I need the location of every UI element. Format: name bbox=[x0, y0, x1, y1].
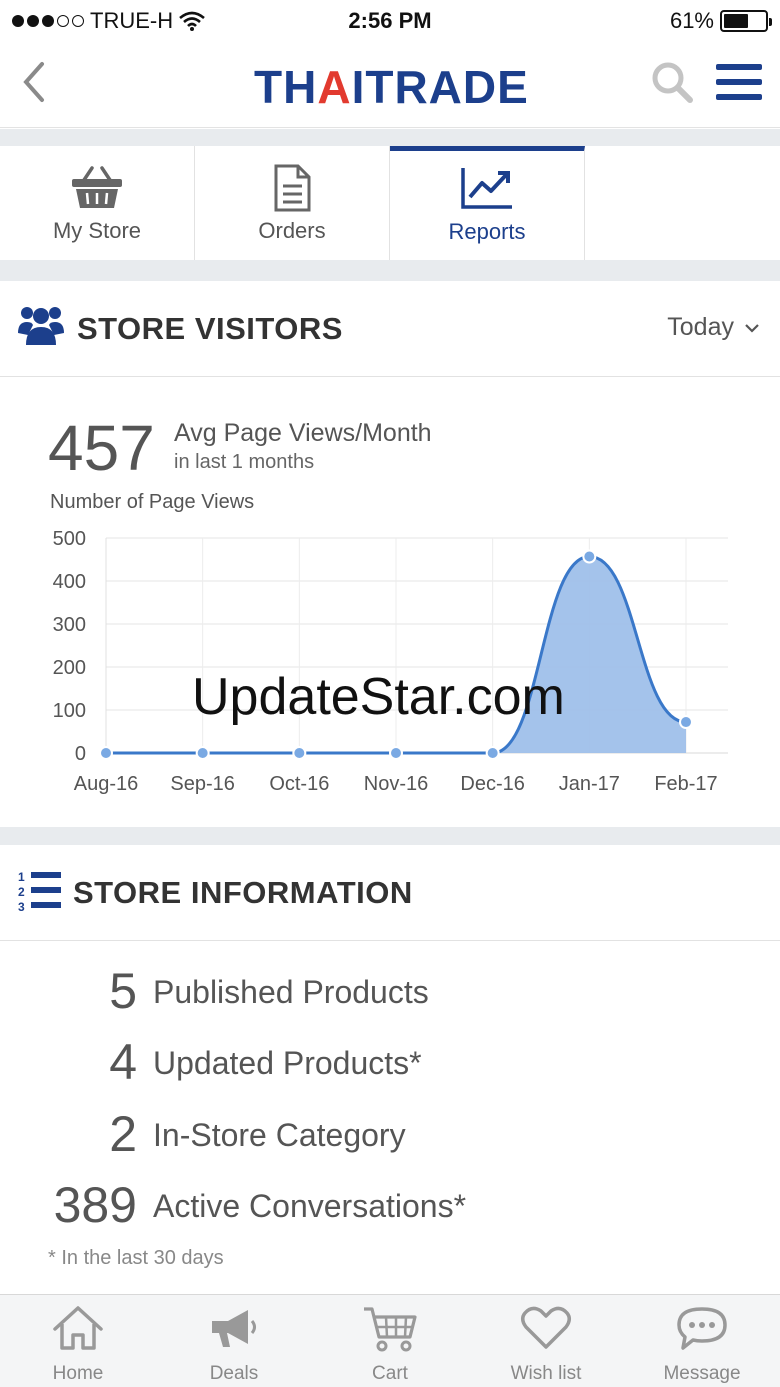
date-range-value: Today bbox=[667, 313, 734, 341]
conversations-label: Active Conversations* bbox=[153, 1188, 467, 1224]
published-count: 5 bbox=[109, 963, 137, 1019]
bottom-tab-message[interactable]: Message bbox=[624, 1295, 780, 1387]
back-icon[interactable] bbox=[18, 60, 48, 104]
battery-group: 61% bbox=[669, 8, 772, 34]
reports-screen: TRUE-H 2:56 PM 61% THAITRADE My Store Or… bbox=[0, 0, 780, 1387]
svg-text:3: 3 bbox=[18, 900, 25, 913]
bottom-tab-cart[interactable]: Cart bbox=[312, 1295, 468, 1387]
published-label: Published Products bbox=[153, 974, 429, 1010]
x-tick-label: Oct-16 bbox=[269, 773, 329, 795]
battery-percent: 61% bbox=[669, 8, 714, 33]
page-views-chart: 0 100 200 300 400 500 Aug-16 Sep-16 Oct-16 Nov-16… bbox=[53, 528, 728, 795]
category-count: 2 bbox=[109, 1106, 137, 1162]
tab-label: Orders bbox=[258, 218, 326, 243]
store-information-header: 1 2 3 STORE INFORMATION bbox=[0, 845, 780, 941]
tab-label: My Store bbox=[52, 218, 142, 243]
tab-reports[interactable]: Reports bbox=[390, 146, 585, 260]
bottom-tab-label: Message bbox=[663, 1363, 741, 1384]
bottom-tab-home[interactable]: Home bbox=[0, 1295, 156, 1387]
cart-icon bbox=[364, 1307, 417, 1352]
bottom-tab-label: Wish list bbox=[510, 1363, 582, 1384]
data-point bbox=[485, 746, 500, 760]
store-visitors-panel: 457 Avg Page Views/Month in last 1 month… bbox=[0, 377, 780, 827]
bottom-tab-label: Cart bbox=[372, 1363, 408, 1384]
section-title: STORE INFORMATION bbox=[73, 875, 413, 910]
menu-icon[interactable] bbox=[716, 62, 762, 102]
users-icon bbox=[18, 307, 64, 345]
y-tick-label: 0 bbox=[75, 743, 86, 765]
store-information-panel: 5 Published Products 4 Updated Products*… bbox=[0, 942, 780, 1292]
x-tick-label: Nov-16 bbox=[364, 773, 428, 795]
y-tick-label: 400 bbox=[53, 571, 86, 593]
chat-icon bbox=[677, 1307, 727, 1350]
bottom-tab-label: Home bbox=[52, 1363, 104, 1384]
data-point bbox=[389, 746, 403, 760]
heart-icon bbox=[521, 1306, 571, 1349]
separator bbox=[0, 129, 780, 146]
y-tick-label: 500 bbox=[53, 528, 86, 550]
data-point bbox=[195, 746, 210, 760]
info-row-conversations: 389 Active Conversations* bbox=[0, 1176, 780, 1236]
bottom-tab-deals[interactable]: Deals bbox=[156, 1295, 312, 1387]
footnote: * In the last 30 days bbox=[48, 1247, 224, 1269]
section-title: STORE VISITORS bbox=[77, 311, 343, 346]
battery-icon bbox=[720, 10, 772, 32]
store-visitors-header: STORE VISITORS Today bbox=[0, 281, 780, 377]
data-point bbox=[99, 746, 113, 760]
info-row-category: 2 In-Store Category bbox=[0, 1105, 780, 1165]
search-icon[interactable] bbox=[650, 60, 694, 104]
chevron-down-icon bbox=[745, 323, 759, 333]
svg-text:1: 1 bbox=[18, 870, 25, 884]
category-label: In-Store Category bbox=[153, 1117, 406, 1153]
bottom-tab-bar: Home Deals Cart Wish list Message bbox=[0, 1294, 780, 1387]
basket-icon bbox=[72, 166, 122, 208]
y-tick-label: 100 bbox=[53, 700, 86, 722]
bottom-tab-label: Deals bbox=[209, 1363, 259, 1384]
y-tick-label: 200 bbox=[53, 657, 86, 679]
bottom-tab-wishlist[interactable]: Wish list bbox=[468, 1295, 624, 1387]
date-range-dropdown[interactable]: Today bbox=[667, 313, 760, 342]
y-tick-label: 300 bbox=[53, 614, 86, 636]
x-tick-label: Jan-17 bbox=[559, 773, 620, 795]
updated-label: Updated Products* bbox=[153, 1045, 422, 1081]
x-tick-label: Sep-16 bbox=[170, 773, 235, 795]
info-row-updated: 4 Updated Products* bbox=[0, 1033, 780, 1093]
thaitrade-logo[interactable]: THAITRADE bbox=[254, 60, 529, 114]
clock: 2:56 PM bbox=[348, 8, 432, 33]
megaphone-icon bbox=[212, 1310, 256, 1347]
watermark: UpdateStar.com bbox=[192, 668, 565, 726]
numbered-list-icon: 1 2 3 bbox=[18, 870, 61, 913]
home-icon bbox=[53, 1306, 103, 1350]
separator bbox=[0, 827, 780, 845]
document-icon bbox=[274, 164, 311, 212]
conversations-count: 389 bbox=[53, 1177, 137, 1233]
info-row-published: 5 Published Products bbox=[0, 962, 780, 1022]
x-tick-label: Aug-16 bbox=[74, 773, 139, 795]
x-tick-label: Feb-17 bbox=[654, 773, 717, 795]
tab-label: Reports bbox=[448, 219, 526, 244]
tab-my-store[interactable]: My Store bbox=[0, 146, 195, 260]
svg-text:2: 2 bbox=[18, 885, 25, 899]
separator bbox=[0, 260, 780, 281]
x-tick-label: Dec-16 bbox=[460, 773, 524, 795]
data-point bbox=[292, 746, 307, 760]
status-bar: TRUE-H 2:56 PM 61% bbox=[0, 0, 780, 40]
data-point bbox=[679, 715, 693, 730]
updated-count: 4 bbox=[109, 1034, 137, 1090]
store-tabs: My Store Orders Reports bbox=[0, 146, 780, 260]
chart-line-icon bbox=[461, 168, 512, 209]
data-point bbox=[582, 549, 597, 564]
tab-orders[interactable]: Orders bbox=[195, 146, 390, 260]
nav-bar: THAITRADE bbox=[0, 40, 780, 128]
